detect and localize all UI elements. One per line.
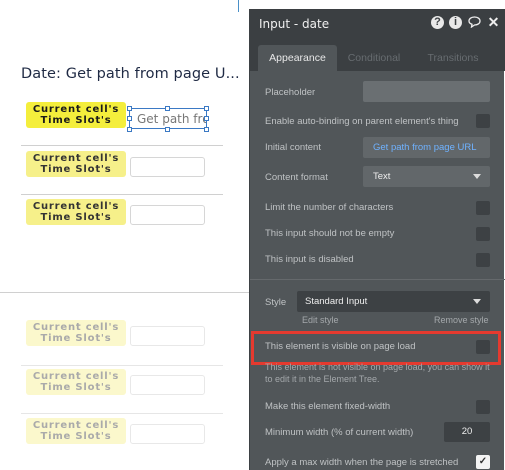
group-divider — [0, 292, 249, 293]
auto-binding-label: Enable auto-binding on parent element's … — [265, 116, 459, 127]
panel-title: Input - date — [259, 17, 330, 31]
cell-time-slot-label[interactable]: Current cell's Time Slot's — [26, 418, 126, 444]
row-divider — [21, 145, 223, 146]
initial-content-value: Get path from page URL — [373, 142, 477, 153]
tab-bar: Appearance Conditional Transitions — [250, 40, 505, 71]
info-icon[interactable]: i — [449, 16, 462, 29]
auto-binding-checkbox[interactable] — [476, 114, 490, 128]
max-width-checkbox[interactable]: ✓ — [476, 455, 490, 469]
tab-conditional[interactable]: Conditional — [342, 45, 406, 71]
cell-time-slot-label[interactable]: Current cell's Time Slot's — [26, 102, 126, 128]
chevron-down-icon — [473, 299, 481, 304]
resize-handle[interactable] — [127, 116, 132, 121]
max-width-label: Apply a max width when the page is stret… — [265, 457, 459, 468]
disabled-checkbox[interactable] — [476, 253, 490, 267]
not-empty-checkbox[interactable] — [476, 227, 490, 241]
limit-chars-checkbox[interactable] — [476, 201, 490, 215]
cell-time-slot-label[interactable]: Current cell's Time Slot's — [26, 320, 126, 346]
resize-handle[interactable] — [127, 106, 132, 111]
min-width-input[interactable]: 20 — [444, 422, 490, 442]
guide-line — [238, 0, 239, 12]
resize-handle[interactable] — [165, 106, 170, 111]
style-value: Standard Input — [305, 296, 368, 307]
fixed-width-checkbox[interactable] — [476, 400, 490, 414]
row-divider — [21, 365, 223, 366]
date-input[interactable] — [130, 424, 205, 444]
resize-handle[interactable] — [127, 127, 132, 132]
resize-handle[interactable] — [204, 106, 209, 111]
row-divider — [21, 413, 223, 414]
date-input-selected[interactable]: Get path fro — [129, 108, 207, 129]
page-title: Date: Get path from page U... — [21, 66, 240, 82]
resize-handle[interactable] — [165, 127, 170, 132]
content-format-dropdown[interactable]: Text — [363, 166, 490, 187]
min-width-label: Minimum width (% of current width) — [265, 427, 414, 438]
close-icon[interactable]: ✕ — [487, 15, 500, 29]
cell-time-slot-label[interactable]: Current cell's Time Slot's — [26, 151, 126, 177]
cell-time-slot-label[interactable]: Current cell's Time Slot's — [26, 199, 126, 225]
placeholder-field[interactable] — [363, 81, 490, 102]
remove-style-link[interactable]: Remove style — [434, 315, 489, 325]
content-format-label: Content format — [265, 172, 328, 183]
date-input[interactable] — [130, 157, 205, 177]
placeholder-label: Placeholder — [265, 87, 316, 98]
initial-content-field[interactable]: Get path from page URL — [363, 137, 490, 158]
resize-handle[interactable] — [204, 127, 209, 132]
not-empty-label: This input should not be empty — [265, 228, 395, 239]
visibility-note: This element is not visible on page load… — [265, 362, 490, 384]
tab-transitions[interactable]: Transitions — [420, 45, 486, 71]
date-input[interactable] — [130, 205, 205, 225]
property-editor-panel: Input - date ? i ✕ Appearance Conditiona… — [249, 9, 505, 470]
tab-appearance[interactable]: Appearance — [258, 45, 337, 71]
fixed-width-label: Make this element fixed-width — [265, 401, 391, 412]
chevron-down-icon — [473, 174, 481, 179]
help-icon[interactable]: ? — [431, 16, 444, 29]
disabled-label: This input is disabled — [265, 254, 354, 265]
date-input[interactable] — [130, 326, 205, 346]
comment-icon[interactable] — [468, 16, 481, 29]
style-dropdown[interactable]: Standard Input — [297, 291, 490, 312]
annotation-highlight-box — [251, 331, 501, 365]
limit-chars-label: Limit the number of characters — [265, 202, 394, 213]
row-divider — [21, 194, 223, 195]
content-format-value: Text — [373, 171, 391, 182]
date-input[interactable] — [130, 375, 205, 395]
cell-time-slot-label[interactable]: Current cell's Time Slot's — [26, 369, 126, 395]
section-divider — [250, 279, 505, 280]
resize-handle[interactable] — [204, 116, 209, 121]
initial-content-label: Initial content — [265, 142, 321, 153]
panel-header[interactable]: Input - date ? i ✕ — [250, 9, 505, 40]
style-label: Style — [265, 297, 287, 308]
edit-style-link[interactable]: Edit style — [302, 315, 339, 325]
